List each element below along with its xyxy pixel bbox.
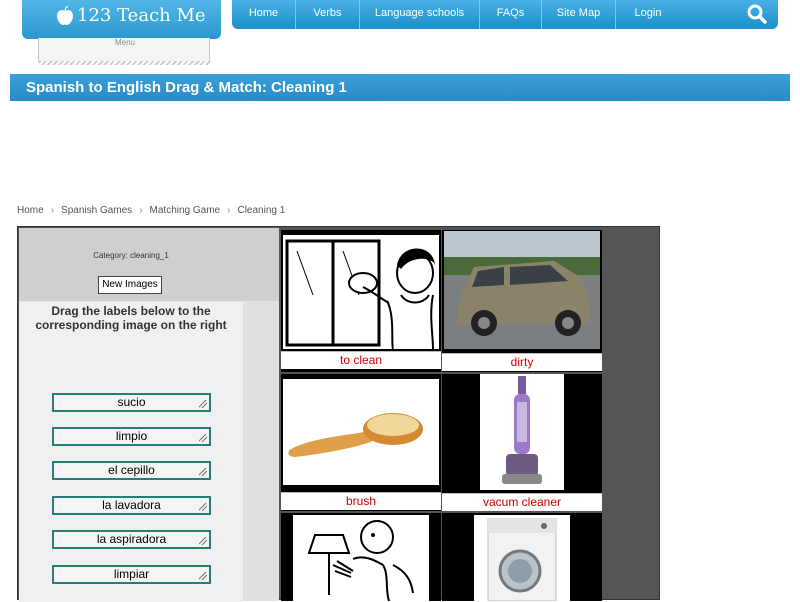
new-images-button[interactable]: New Images — [98, 276, 162, 294]
matching-game: Category: cleaning_1 New Images Drag the… — [17, 226, 660, 602]
vacuum-cleaner-photo — [480, 374, 564, 490]
chevron-right-icon: › — [139, 205, 143, 216]
wooden-brush-photo — [283, 379, 439, 485]
menu-label: Menu — [114, 38, 135, 47]
nav-faqs[interactable]: FAQs — [480, 0, 542, 29]
drag-label-el-cepillo[interactable]: el cepillo — [52, 461, 211, 480]
breadcrumb: Home › Spanish Games › Matching Game › C… — [17, 205, 285, 216]
image-caption: dirty — [442, 353, 602, 371]
top-bar: Home Verbs Language schools FAQs Site Ma… — [0, 0, 800, 65]
nav-site-map[interactable]: Site Map — [542, 0, 616, 29]
breadcrumb-spanish-games[interactable]: Spanish Games — [61, 205, 132, 216]
image-caption: vacum cleaner — [442, 493, 602, 511]
person-cleaning-window-drawing — [283, 235, 439, 349]
breadcrumb-current: Cleaning 1 — [237, 205, 286, 216]
menu-toggle[interactable]: Menu — [38, 38, 211, 65]
nav-home[interactable]: Home — [232, 0, 296, 29]
category-label: Category: — [93, 251, 128, 260]
image-cell-dirty[interactable]: dirty — [442, 230, 602, 372]
nav-login[interactable]: Login — [616, 0, 680, 29]
controls-area: Category: cleaning_1 New Images — [19, 228, 279, 301]
drag-label-limpiar[interactable]: limpiar — [52, 565, 211, 584]
person-dusting-lamp-drawing — [293, 515, 429, 601]
nav-verbs[interactable]: Verbs — [296, 0, 360, 29]
drag-label-limpio[interactable]: limpio — [52, 427, 211, 446]
search-icon[interactable] — [746, 3, 768, 25]
title-bar: Spanish to English Drag & Match: Cleanin… — [10, 74, 790, 101]
site-logo[interactable]: 123 Teach Me — [22, 0, 221, 39]
apple-icon — [57, 6, 73, 25]
page-title: Spanish to English Drag & Match: Cleanin… — [26, 79, 347, 96]
washing-machine-photo — [474, 515, 570, 601]
image-caption: brush — [281, 492, 441, 510]
main-nav: Home Verbs Language schools FAQs Site Ma… — [232, 0, 778, 29]
instructions-area: Drag the labels below to the correspondi… — [19, 302, 243, 602]
chevron-right-icon: › — [50, 205, 55, 216]
logo-text: 123 Teach Me — [77, 5, 206, 26]
instructions-text: Drag the labels below to the correspondi… — [35, 304, 227, 332]
image-cell-brush[interactable]: brush — [281, 374, 441, 511]
image-caption: to clean — [281, 351, 441, 369]
image-cell-dusting[interactable] — [281, 513, 441, 601]
drag-label-la-lavadora[interactable]: la lavadora — [52, 496, 211, 515]
drag-label-la-aspiradora[interactable]: la aspiradora — [52, 530, 211, 549]
nav-language-schools[interactable]: Language schools — [360, 0, 480, 29]
category-line: Category: cleaning_1 — [19, 251, 243, 260]
drag-label-sucio[interactable]: sucio — [52, 393, 211, 412]
image-cell-washing-machine[interactable] — [442, 513, 602, 601]
label-panel: Category: cleaning_1 New Images Drag the… — [19, 228, 279, 602]
chevron-right-icon: › — [227, 205, 231, 216]
breadcrumb-matching-game[interactable]: Matching Game — [150, 205, 221, 216]
dirty-suv-photo — [444, 231, 600, 349]
image-cell-to-clean[interactable]: to clean — [281, 230, 441, 372]
category-value: cleaning_1 — [130, 251, 169, 260]
breadcrumb-home[interactable]: Home — [17, 205, 44, 216]
image-cell-vacuum-cleaner[interactable]: vacum cleaner — [442, 374, 602, 511]
